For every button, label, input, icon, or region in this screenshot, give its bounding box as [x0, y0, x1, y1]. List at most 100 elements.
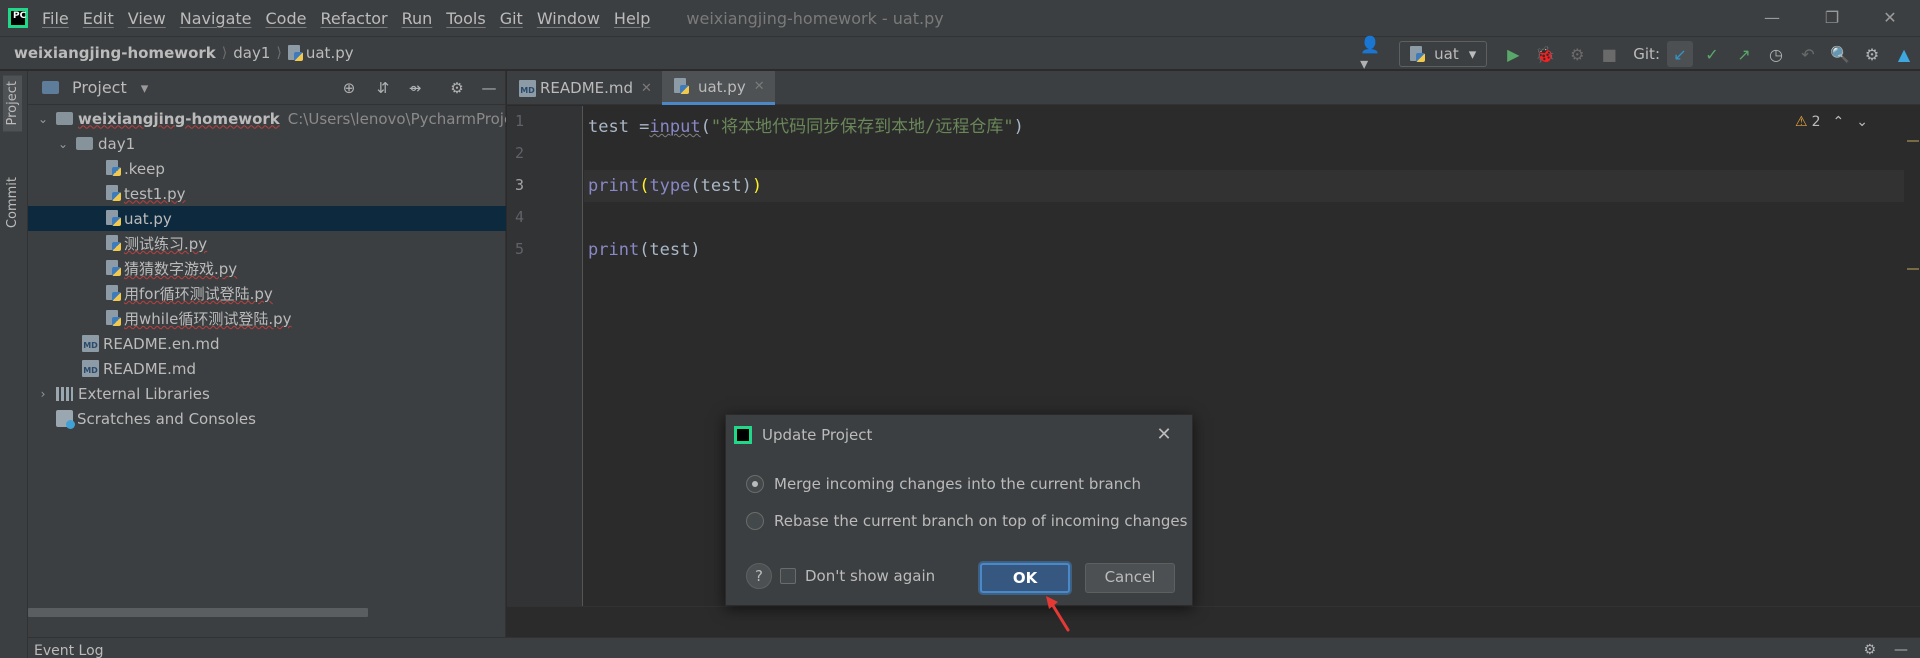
gear-icon[interactable]: ⚙: [1859, 41, 1885, 67]
tree-item-project-root[interactable]: ⌄ weixiangjing-homework C:\Users\lenovo\…: [28, 106, 506, 131]
chevron-down-icon[interactable]: ⌄: [56, 137, 70, 151]
menu-refactor[interactable]: Refactor: [320, 9, 387, 28]
project-panel-title[interactable]: Project: [72, 78, 127, 97]
tree-item-file[interactable]: 猜猜数字游戏.py: [28, 256, 506, 281]
breadcrumb-folder[interactable]: day1: [233, 44, 270, 62]
menu-file[interactable]: File: [42, 9, 69, 28]
rebase-option[interactable]: Rebase the current branch on top of inco…: [746, 512, 1187, 530]
minimize-icon[interactable]: —: [1760, 6, 1784, 30]
toolbar: 👤▾ uat ▾ ▶ 🐞 ⚙ ■ Git: ↙ ✓ ↗ ◷ ↶ 🔍 ⚙ ▲: [1357, 35, 1920, 73]
inspection-widget[interactable]: ⚠ 2 ⌃ ⌄: [1795, 114, 1868, 130]
dont-show-again-checkbox[interactable]: Don't show again: [780, 567, 935, 585]
stop-icon[interactable]: ■: [1596, 41, 1622, 67]
hide-icon[interactable]: —: [1894, 642, 1908, 658]
gear-icon[interactable]: ⚙: [446, 77, 468, 99]
menu-help[interactable]: Help: [614, 9, 650, 28]
error-stripe[interactable]: [1904, 106, 1920, 606]
tree-item-file[interactable]: 用while循环测试登陆.py: [28, 306, 506, 331]
tree-item-label: uat.py: [124, 209, 172, 228]
tree-item-label: README.md: [103, 359, 197, 378]
git-update-icon[interactable]: ↙: [1667, 41, 1693, 67]
checkbox[interactable]: [780, 568, 796, 584]
tree-item-file[interactable]: MD README.en.md: [28, 331, 506, 356]
close-icon[interactable]: ✕: [641, 81, 652, 96]
project-view-icon: [42, 81, 59, 94]
menu-run[interactable]: Run: [402, 9, 433, 28]
tree-item-file[interactable]: 测试练习.py: [28, 231, 506, 256]
tab-commit-tool[interactable]: Commit: [3, 171, 22, 234]
code-line-3: print(type(test)): [588, 176, 762, 196]
menu-code[interactable]: Code: [266, 9, 307, 28]
event-log-tab[interactable]: Event Log: [34, 643, 104, 658]
tab-readme[interactable]: MD README.md ✕: [507, 71, 662, 105]
close-icon[interactable]: ✕: [1152, 423, 1176, 447]
radio-button[interactable]: [746, 512, 764, 530]
collapse-all-icon[interactable]: ⇴: [404, 77, 426, 99]
code-with-me-icon[interactable]: ▲: [1891, 41, 1917, 67]
markdown-file-icon: MD: [82, 360, 99, 377]
help-button[interactable]: ?: [746, 563, 772, 589]
close-icon[interactable]: ✕: [1878, 6, 1902, 30]
chevron-down-icon[interactable]: ▾: [141, 79, 149, 97]
pycharm-logo-icon: PC: [8, 8, 28, 28]
tree-item-file[interactable]: .keep: [28, 156, 506, 181]
warning-mark[interactable]: [1907, 268, 1919, 270]
markdown-file-icon: MD: [82, 335, 99, 352]
tree-item-file-selected[interactable]: uat.py: [28, 206, 506, 231]
tree-item-label: 测试练习.py: [124, 235, 208, 253]
chevron-down-icon[interactable]: ⌄: [1856, 114, 1868, 130]
tree-item-external-libraries[interactable]: › External Libraries: [28, 381, 506, 406]
chevron-up-icon[interactable]: ⌃: [1833, 114, 1845, 130]
chevron-down-icon[interactable]: ⌄: [36, 112, 50, 126]
menu-view[interactable]: View: [128, 9, 166, 28]
run-config-select[interactable]: uat ▾: [1399, 41, 1488, 67]
dialog-title-bar: Update Project: [734, 423, 872, 447]
breadcrumb-project[interactable]: weixiangjing-homework: [14, 44, 216, 62]
horizontal-scrollbar[interactable]: [28, 608, 368, 617]
code-token: ): [1013, 117, 1024, 137]
history-icon[interactable]: ◷: [1763, 41, 1789, 67]
tree-item-file[interactable]: 用for循环测试登陆.py: [28, 281, 506, 306]
debug-icon[interactable]: 🐞: [1532, 41, 1558, 67]
chevron-right-icon[interactable]: ›: [36, 387, 50, 401]
navigation-bar: weixiangjing-homework ⟩ day1 ⟩ uat.py 👤▾…: [0, 35, 1920, 73]
breadcrumb: weixiangjing-homework ⟩ day1 ⟩ uat.py: [14, 44, 354, 62]
ok-button[interactable]: OK: [980, 563, 1070, 593]
coverage-icon[interactable]: ⚙: [1564, 41, 1590, 67]
tree-item-file[interactable]: test1.py: [28, 181, 506, 206]
tree-item-file[interactable]: MD README.md: [28, 356, 506, 381]
gear-icon[interactable]: ⚙: [1863, 642, 1876, 658]
tab-uat-py[interactable]: uat.py ✕: [661, 71, 775, 105]
menu-navigate[interactable]: Navigate: [180, 9, 252, 28]
restore-icon[interactable]: ❐: [1820, 6, 1844, 30]
cancel-button[interactable]: Cancel: [1085, 563, 1175, 593]
git-commit-icon[interactable]: ✓: [1699, 41, 1725, 67]
locate-icon[interactable]: ⊕: [338, 77, 360, 99]
option-label: Merge incoming changes into the current …: [774, 475, 1141, 493]
radio-button-checked[interactable]: [746, 475, 764, 493]
git-push-icon[interactable]: ↗: [1731, 41, 1757, 67]
library-icon: [56, 386, 73, 401]
tree-item-label: Scratches and Consoles: [77, 409, 256, 428]
tree-item-scratches[interactable]: Scratches and Consoles: [28, 406, 506, 431]
close-icon[interactable]: ✕: [754, 79, 765, 94]
file-icon: [106, 160, 122, 177]
breadcrumb-file[interactable]: uat.py: [306, 44, 354, 62]
expand-all-icon[interactable]: ⇵: [372, 77, 394, 99]
rollback-icon[interactable]: ↶: [1795, 41, 1821, 67]
user-icon[interactable]: 👤▾: [1360, 35, 1386, 73]
tab-project-tool[interactable]: Project: [3, 75, 22, 132]
merge-option[interactable]: Merge incoming changes into the current …: [746, 475, 1141, 493]
python-file-icon: [106, 310, 122, 327]
tree-item-folder[interactable]: ⌄ day1: [28, 131, 506, 156]
search-icon[interactable]: 🔍: [1827, 41, 1853, 67]
menu-edit[interactable]: Edit: [83, 9, 114, 28]
menu-tools[interactable]: Tools: [446, 9, 485, 28]
menu-window[interactable]: Window: [537, 9, 600, 28]
run-icon[interactable]: ▶: [1500, 41, 1526, 67]
menu-git[interactable]: Git: [500, 9, 523, 28]
hide-icon[interactable]: —: [478, 77, 500, 99]
warning-mark[interactable]: [1907, 140, 1919, 142]
tab-label: uat.py: [697, 77, 746, 96]
python-file-icon: [106, 185, 122, 202]
